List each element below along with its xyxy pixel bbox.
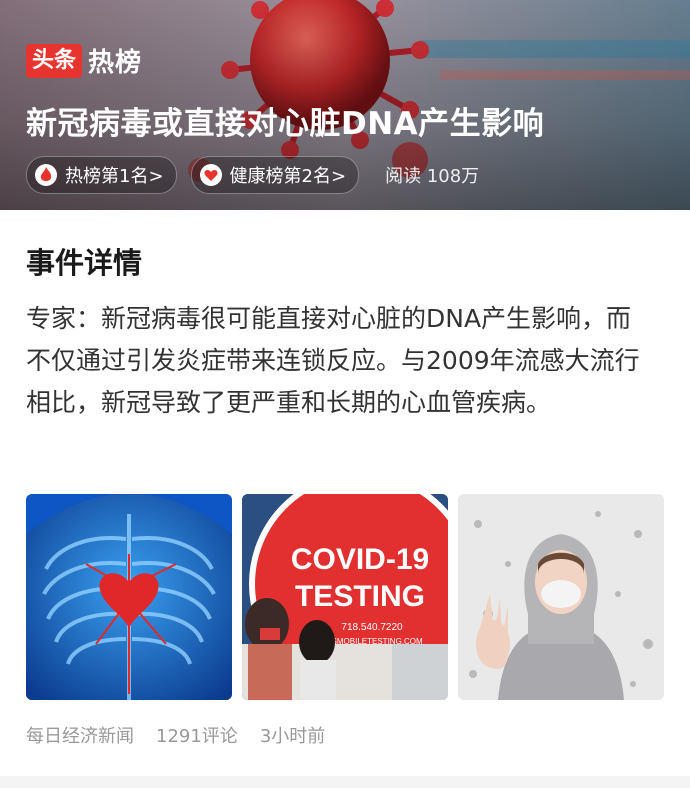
event-summary[interactable]: 专家：新冠病毒很可能直接对心脏的DNA产生影响，而不仅通过引发炎症带来连锁反应。…: [26, 298, 646, 424]
brand-hot-list-label: 热榜: [88, 48, 143, 78]
flame-icon: [35, 164, 57, 186]
hero-meta-row: 热榜第1名> 健康榜第2名> 阅读 108万: [26, 156, 479, 194]
brand-logo-box: 头条: [26, 43, 83, 78]
event-details-card[interactable]: 事件详情 专家：新冠病毒很可能直接对心脏的DNA产生影响，而不仅通过引发炎症带来…: [0, 210, 690, 776]
article-meta: 每日经济新闻 1291评论 3小时前: [26, 722, 347, 748]
masked-woman-image[interactable]: [458, 494, 664, 700]
heart-icon: [199, 164, 222, 186]
health-rank-badge[interactable]: 健康榜第2名>: [190, 156, 360, 194]
brand-logo: 头条 热榜: [26, 42, 142, 79]
health-rank-label: 健康榜第2名>: [229, 166, 347, 187]
comment-count[interactable]: 1291评论: [156, 722, 238, 748]
publish-time: 3小时前: [259, 726, 326, 747]
hot-rank-label: 热榜第1名>: [65, 166, 164, 187]
covid-testing-image[interactable]: COVID-19 TESTING 718.540.7220 ETSMOBILET…: [242, 494, 448, 700]
section-title: 事件详情: [26, 246, 143, 280]
source-name[interactable]: 每日经济新闻: [26, 722, 134, 748]
image-gallery: COVID-19 TESTING 718.540.7220 ETSMOBILET…: [26, 494, 664, 700]
sign-phone: 718.540.7220: [341, 622, 403, 633]
heart-anatomy-image[interactable]: [26, 494, 232, 700]
hero-banner[interactable]: 头条 热榜 新冠病毒或直接对心脏DNA产生影响 热榜第1名> 健康榜第2名> 阅…: [0, 0, 690, 210]
read-count: 阅读 108万: [385, 166, 480, 187]
sign-line1: COVID-19: [291, 543, 429, 576]
hot-rank-badge[interactable]: 热榜第1名>: [26, 156, 177, 194]
headline-title[interactable]: 新冠病毒或直接对心脏DNA产生影响: [26, 98, 544, 143]
sign-line2: TESTING: [295, 580, 425, 613]
